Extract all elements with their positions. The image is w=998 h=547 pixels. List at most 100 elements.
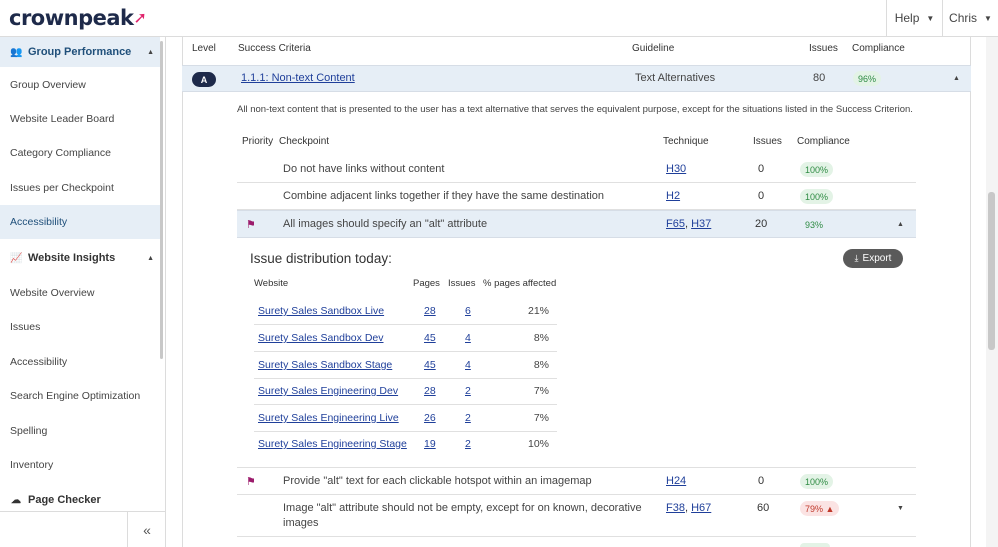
- sidebar-item-issues-per-checkpoint[interactable]: Issues per Checkpoint: [0, 171, 160, 205]
- checkpoint-text: All images should specify an "alt" attri…: [283, 218, 488, 230]
- sidebar-section-label: Page Checker: [28, 494, 101, 506]
- dist-header-pct: % pages affected: [483, 278, 557, 289]
- pct-value: 7%: [533, 385, 549, 397]
- checkpoint-row[interactable]: Image "alt" attribute should not be empt…: [237, 495, 916, 537]
- pages-link[interactable]: 28: [424, 305, 436, 317]
- pct-value: 7%: [533, 412, 549, 424]
- pct-value: 8%: [533, 332, 549, 344]
- pages-link[interactable]: 45: [424, 332, 436, 344]
- issues-link[interactable]: 4: [465, 332, 471, 344]
- sidebar-footer: «: [0, 511, 166, 547]
- sidebar-item-seo[interactable]: Search Engine Optimization: [0, 379, 160, 413]
- sidebar-item-label: Website Overview: [10, 287, 95, 299]
- export-button[interactable]: ⤓ Export: [843, 249, 903, 268]
- pages-link[interactable]: 45: [424, 359, 436, 371]
- warning-icon: ▲: [825, 503, 835, 514]
- user-menu-button[interactable]: Chris ▼: [942, 0, 998, 36]
- distribution-row: Surety Sales Engineering Stage 19 2 10%: [254, 431, 557, 458]
- pct-value: 10%: [527, 438, 549, 450]
- col-header-cp-compliance: Compliance: [797, 136, 850, 147]
- caret-down-icon[interactable]: ▼: [897, 505, 904, 512]
- technique-links: F65, H37: [666, 218, 712, 230]
- double-chevron-left-icon: «: [143, 522, 151, 538]
- issues-link[interactable]: 4: [465, 359, 471, 371]
- technique-link[interactable]: H67: [691, 502, 711, 514]
- col-header-cp-issues: Issues: [753, 136, 782, 147]
- col-header-level: Level: [192, 43, 216, 54]
- sidebar-section-group-performance[interactable]: 👥 Group Performance ▲: [0, 37, 160, 67]
- pct-value: 8%: [533, 359, 549, 371]
- issues-value: 80: [813, 72, 826, 84]
- technique-link[interactable]: H30: [666, 163, 686, 175]
- sidebar-item-group-overview[interactable]: Group Overview: [0, 68, 160, 102]
- sidebar: 👥 Group Performance ▲ Group Overview Web…: [0, 37, 166, 547]
- checkpoint-issues: 60: [757, 502, 770, 514]
- dist-header-issues: Issues: [448, 278, 476, 289]
- caret-up-icon[interactable]: ▲: [953, 75, 960, 82]
- compliance-badge: 100%: [800, 189, 834, 204]
- issues-link[interactable]: 2: [465, 438, 471, 450]
- checkpoint-row[interactable]: Do not have links without content H30 0 …: [237, 155, 916, 183]
- distribution-row: Surety Sales Sandbox Stage 45 4 8%: [254, 352, 557, 379]
- technique-link[interactable]: F65: [666, 218, 685, 230]
- caret-up-icon: ▲: [147, 254, 154, 262]
- pages-link[interactable]: 28: [424, 385, 436, 397]
- sidebar-section-website-insights[interactable]: 📈 Website Insights ▲: [0, 243, 160, 273]
- website-link[interactable]: Surety Sales Engineering Dev: [258, 385, 398, 397]
- sidebar-item-category-compliance[interactable]: Category Compliance: [0, 136, 160, 170]
- col-header-priority: Priority: [242, 136, 274, 147]
- col-header-guideline: Guideline: [632, 43, 675, 54]
- page-scrollbar-thumb[interactable]: [988, 192, 995, 350]
- compliance-badge: 100%: [800, 474, 834, 489]
- caret-down-icon: ▼: [984, 13, 992, 23]
- checkpoint-row-expanded[interactable]: ⚑ All images should specify an "alt" att…: [237, 210, 916, 238]
- page-scrollbar[interactable]: [986, 37, 998, 547]
- download-icon: ⤓: [854, 253, 859, 263]
- checkpoint-row-partial[interactable]: [237, 537, 916, 547]
- logo-arrow-icon: ➚: [133, 8, 147, 27]
- issues-link[interactable]: 6: [465, 305, 471, 317]
- technique-link[interactable]: H2: [666, 190, 680, 202]
- sidebar-item-inventory[interactable]: Inventory: [0, 448, 160, 482]
- technique-link[interactable]: F38: [666, 502, 685, 514]
- distribution-row: Surety Sales Sandbox Live 28 6 21%: [254, 298, 557, 325]
- website-link[interactable]: Surety Sales Engineering Stage: [258, 438, 407, 450]
- checkpoint-row[interactable]: Combine adjacent links together if they …: [237, 183, 916, 210]
- checkpoint-row[interactable]: ⚑ Provide "alt" text for each clickable …: [237, 467, 916, 495]
- dist-header-pages: Pages: [413, 278, 440, 289]
- issues-link[interactable]: 2: [465, 385, 471, 397]
- crownpeak-logo[interactable]: crownpeak➚: [9, 6, 147, 30]
- criteria-row[interactable]: A 1.1.1: Non-text Content Text Alternati…: [182, 65, 971, 92]
- compliance-badge: 100%: [800, 162, 834, 177]
- sidebar-item-accessibility[interactable]: Accessibility: [0, 205, 160, 239]
- criteria-link[interactable]: 1.1.1: Non-text Content: [241, 72, 355, 84]
- checkpoint-text: Combine adjacent links together if they …: [283, 190, 605, 202]
- website-link[interactable]: Surety Sales Sandbox Stage: [258, 359, 392, 371]
- issues-link[interactable]: 2: [465, 412, 471, 424]
- col-header-compliance: Compliance: [852, 43, 905, 54]
- distribution-title: Issue distribution today:: [250, 251, 392, 266]
- sidebar-item-label: Group Overview: [10, 79, 86, 91]
- sidebar-item-website-overview[interactable]: Website Overview: [0, 276, 160, 310]
- compliance-badge: 93%: [805, 219, 824, 230]
- sidebar-item-label: Website Leader Board: [10, 113, 115, 125]
- sidebar-item-insights-accessibility[interactable]: Accessibility: [0, 345, 160, 379]
- sidebar-item-website-leader-board[interactable]: Website Leader Board: [0, 102, 160, 136]
- website-link[interactable]: Surety Sales Sandbox Live: [258, 305, 384, 317]
- help-menu-button[interactable]: Help ▼: [886, 0, 942, 36]
- cloud-download-icon: ☁: [11, 494, 21, 506]
- pages-link[interactable]: 26: [424, 412, 436, 424]
- main-content: Level Success Criteria Guideline Issues …: [166, 37, 986, 547]
- sidebar-item-issues[interactable]: Issues: [0, 310, 160, 344]
- pages-link[interactable]: 19: [424, 438, 436, 450]
- caret-up-icon: ▲: [147, 48, 154, 56]
- website-link[interactable]: Surety Sales Engineering Live: [258, 412, 399, 424]
- collapse-sidebar-button[interactable]: «: [127, 512, 166, 547]
- website-link[interactable]: Surety Sales Sandbox Dev: [258, 332, 384, 344]
- technique-link[interactable]: H24: [666, 475, 686, 487]
- compliance-badge-warning: 79% ▲: [800, 501, 840, 516]
- caret-up-icon[interactable]: ▲: [897, 221, 904, 228]
- sidebar-item-spelling[interactable]: Spelling: [0, 414, 160, 448]
- sidebar-scrollbar[interactable]: [160, 41, 163, 359]
- technique-link[interactable]: H37: [691, 218, 711, 230]
